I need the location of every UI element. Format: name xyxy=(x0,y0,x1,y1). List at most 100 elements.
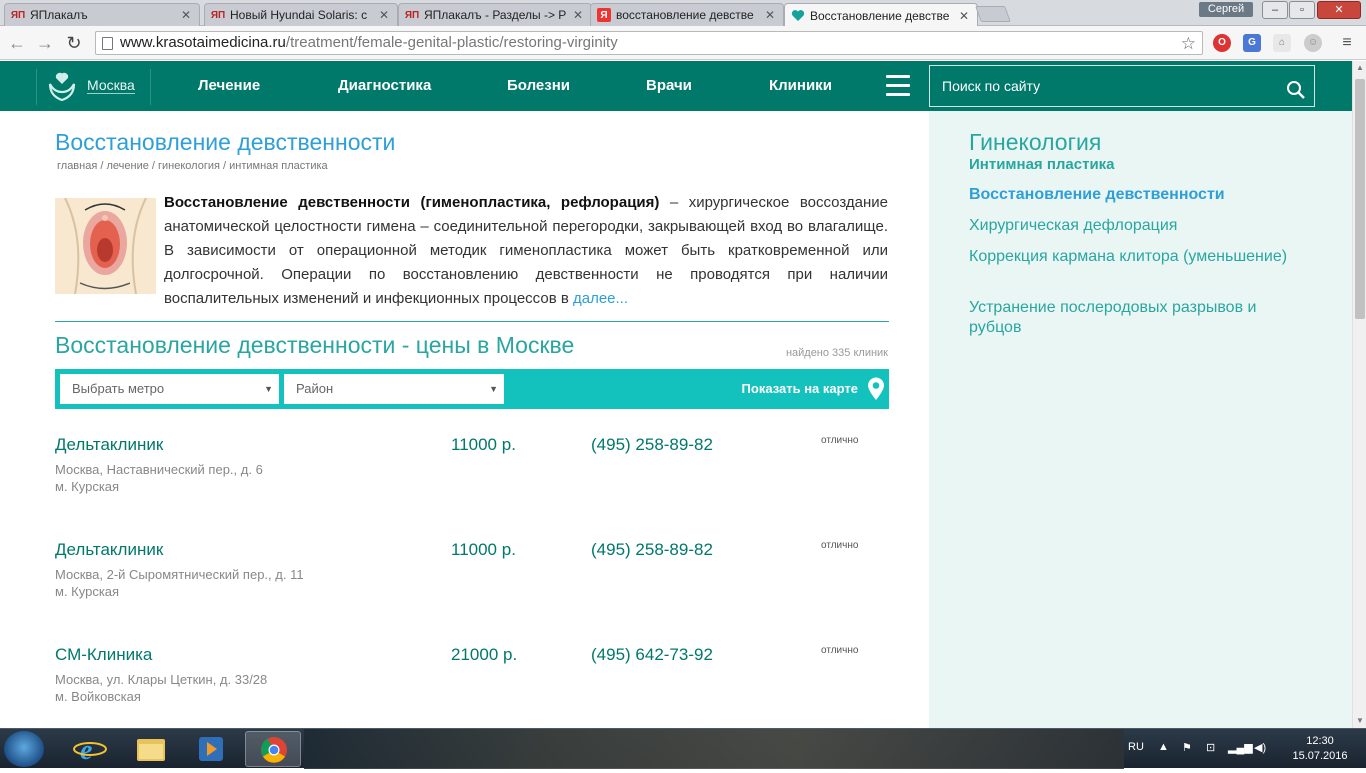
close-icon[interactable]: ✕ xyxy=(957,9,971,23)
page-scrollbar[interactable]: ▲ ▼ xyxy=(1352,61,1366,728)
nav-diagnostics[interactable]: Диагностика xyxy=(338,77,431,94)
clinic-phone[interactable]: (495) 258-89-82 xyxy=(591,540,713,560)
home-extension-icon[interactable]: ⌂ xyxy=(1273,34,1291,52)
district-select-value: Район xyxy=(296,381,334,396)
browser-tabbar: ЯП ЯПлакалъ ✕ ЯП Новый Hyundai Solaris: … xyxy=(0,0,1366,27)
clinic-phone[interactable]: (495) 642-73-92 xyxy=(591,645,713,665)
article-illustration xyxy=(55,197,156,295)
maximize-button[interactable]: ▫ xyxy=(1289,1,1315,19)
tab-title: восстановление девстве xyxy=(616,8,754,22)
sidebar-item-defloration[interactable]: Хирургическая дефлорация xyxy=(969,216,1289,236)
clinic-rating: отлично xyxy=(821,435,859,446)
clinic-phone[interactable]: (495) 258-89-82 xyxy=(591,435,713,455)
forward-button[interactable]: → xyxy=(34,32,56,54)
show-on-map-link[interactable]: Показать на карте xyxy=(742,381,858,396)
nav-clinics[interactable]: Клиники xyxy=(769,77,832,94)
sidebar-item-restoring-virginity[interactable]: Восстановление девственности xyxy=(969,185,1289,205)
start-button[interactable] xyxy=(4,731,44,767)
section-divider xyxy=(55,321,889,322)
nav-treatment[interactable]: Лечение xyxy=(198,77,260,94)
new-tab-button[interactable] xyxy=(975,6,1011,22)
sidebar-item-clitoral-hood[interactable]: Коррекция кармана клитора (уменьшение) xyxy=(969,247,1289,267)
breadcrumb: главная / лечение / гинекология / интимн… xyxy=(57,160,328,172)
clinic-name[interactable]: Дельтаклиник xyxy=(55,435,163,455)
scrollbar-thumb[interactable] xyxy=(1355,79,1365,319)
windows-taskbar: e RU ▲ ⚑ ⊡ ▂▄▆ ◀) 12:30 15.07.2016 xyxy=(0,728,1366,769)
dropdown-arrow-icon: ▼ xyxy=(264,384,273,394)
signal-icon[interactable]: ▂▄▆ xyxy=(1228,741,1253,754)
close-icon[interactable]: ✕ xyxy=(763,8,777,22)
browser-tab[interactable]: ЯП ЯПлакалъ - Разделы -> Р ✕ xyxy=(398,3,592,26)
language-indicator[interactable]: RU xyxy=(1128,741,1144,753)
ie-taskbar-icon[interactable]: e xyxy=(62,731,118,767)
chrome-menu-icon[interactable]: ≡ xyxy=(1338,34,1356,52)
browser-tab[interactable]: Я восстановление девстве ✕ xyxy=(590,3,784,26)
clinic-rating: отлично xyxy=(821,645,859,656)
breadcrumb-gynecology[interactable]: гинекология xyxy=(158,160,220,172)
breadcrumb-treatment[interactable]: лечение xyxy=(106,160,148,172)
search-placeholder: Поиск по сайту xyxy=(942,78,1041,94)
read-more-link[interactable]: далее... xyxy=(573,290,628,307)
volume-icon[interactable]: ◀) xyxy=(1254,741,1266,754)
tray-expand-icon[interactable]: ▲ xyxy=(1158,741,1169,753)
address-bar[interactable]: www.krasotaimedicina.ru/treatment/female… xyxy=(95,31,1203,55)
search-icon[interactable] xyxy=(1286,75,1306,99)
media-player-taskbar-icon[interactable] xyxy=(183,731,239,767)
nav-diseases[interactable]: Болезни xyxy=(507,77,570,94)
clinic-name[interactable]: СМ-Клиника xyxy=(55,645,152,665)
clinic-price: 11000 р. xyxy=(451,540,516,559)
clinics-found-count: найдено 335 клиник xyxy=(785,347,888,359)
flag-icon[interactable]: ⚑ xyxy=(1182,741,1192,754)
clinic-address: Москва, ул. Клары Цеткин, д. 33/28 xyxy=(55,672,268,687)
tab-title: ЯПлакалъ xyxy=(30,8,88,22)
opera-extension-icon[interactable]: O xyxy=(1213,34,1231,52)
yandex-icon: Я xyxy=(597,8,611,22)
header-divider xyxy=(36,69,37,105)
clinic-metro: м. Курская xyxy=(55,584,120,599)
browser-tab[interactable]: ЯП Новый Hyundai Solaris: с ✕ xyxy=(204,3,398,26)
avatar-extension-icon[interactable]: ☺ xyxy=(1304,34,1322,52)
sidebar-item-postpartum-repair[interactable]: Устранение послеродовых разрывов и рубцо… xyxy=(969,298,1289,338)
browser-tab[interactable]: ЯП ЯПлакалъ ✕ xyxy=(4,3,200,26)
metro-select[interactable]: Выбрать метро ▼ xyxy=(60,374,279,404)
city-selector[interactable]: Москва xyxy=(87,77,135,94)
map-pin-icon[interactable] xyxy=(867,377,885,401)
bookmark-star-icon[interactable]: ☆ xyxy=(1181,33,1196,55)
filter-bar: Выбрать метро ▼ Район ▼ Показать на карт… xyxy=(55,369,889,409)
url-path: /treatment/female-genital-plastic/restor… xyxy=(285,34,618,51)
clinic-metro: м. Курская xyxy=(55,479,120,494)
sidebar-title[interactable]: Гинекология xyxy=(969,129,1101,156)
clinic-address: Москва, 2-й Сыромятнический пер., д. 11 xyxy=(55,567,304,582)
site-search-input[interactable]: Поиск по сайту xyxy=(929,65,1315,107)
system-clock[interactable]: 12:30 15.07.2016 xyxy=(1290,734,1350,764)
network-icon[interactable]: ⊡ xyxy=(1206,741,1215,754)
scroll-up-icon[interactable]: ▲ xyxy=(1353,61,1366,75)
window-close-button[interactable]: ✕ xyxy=(1317,1,1361,19)
site-logo-icon[interactable] xyxy=(48,70,76,102)
breadcrumb-home[interactable]: главная xyxy=(57,160,97,172)
translate-extension-icon[interactable]: G xyxy=(1243,34,1261,52)
sidebar-subtitle[interactable]: Интимная пластика xyxy=(969,156,1115,173)
browser-tab-active[interactable]: Восстановление девстве ✕ xyxy=(784,3,978,27)
breadcrumb-intimate-plastic[interactable]: интимная пластика xyxy=(229,160,328,172)
clinic-name[interactable]: Дельтаклиник xyxy=(55,540,163,560)
nav-doctors[interactable]: Врачи xyxy=(646,77,692,94)
chrome-taskbar-icon[interactable] xyxy=(245,731,301,767)
profile-badge[interactable]: Сергей xyxy=(1199,2,1253,17)
close-icon[interactable]: ✕ xyxy=(377,8,391,22)
scroll-down-icon[interactable]: ▼ xyxy=(1353,714,1366,728)
district-select[interactable]: Район ▼ xyxy=(284,374,504,404)
back-button[interactable]: ← xyxy=(6,32,28,54)
clinic-rating: отлично xyxy=(821,540,859,551)
clock-time: 12:30 xyxy=(1306,735,1334,747)
reload-button[interactable]: ↻ xyxy=(63,32,85,54)
minimize-button[interactable]: – xyxy=(1262,1,1288,19)
clinic-metro: м. Войковская xyxy=(55,689,141,704)
close-icon[interactable]: ✕ xyxy=(571,8,585,22)
close-icon[interactable]: ✕ xyxy=(179,8,193,22)
page-title: Восстановление девственности xyxy=(55,129,396,155)
clinic-price: 21000 р. xyxy=(451,645,518,664)
clinic-row: СМ-Клиника Москва, ул. Клары Цеткин, д. … xyxy=(55,645,889,735)
explorer-taskbar-icon[interactable] xyxy=(123,731,179,767)
menu-burger-icon[interactable] xyxy=(886,75,910,97)
